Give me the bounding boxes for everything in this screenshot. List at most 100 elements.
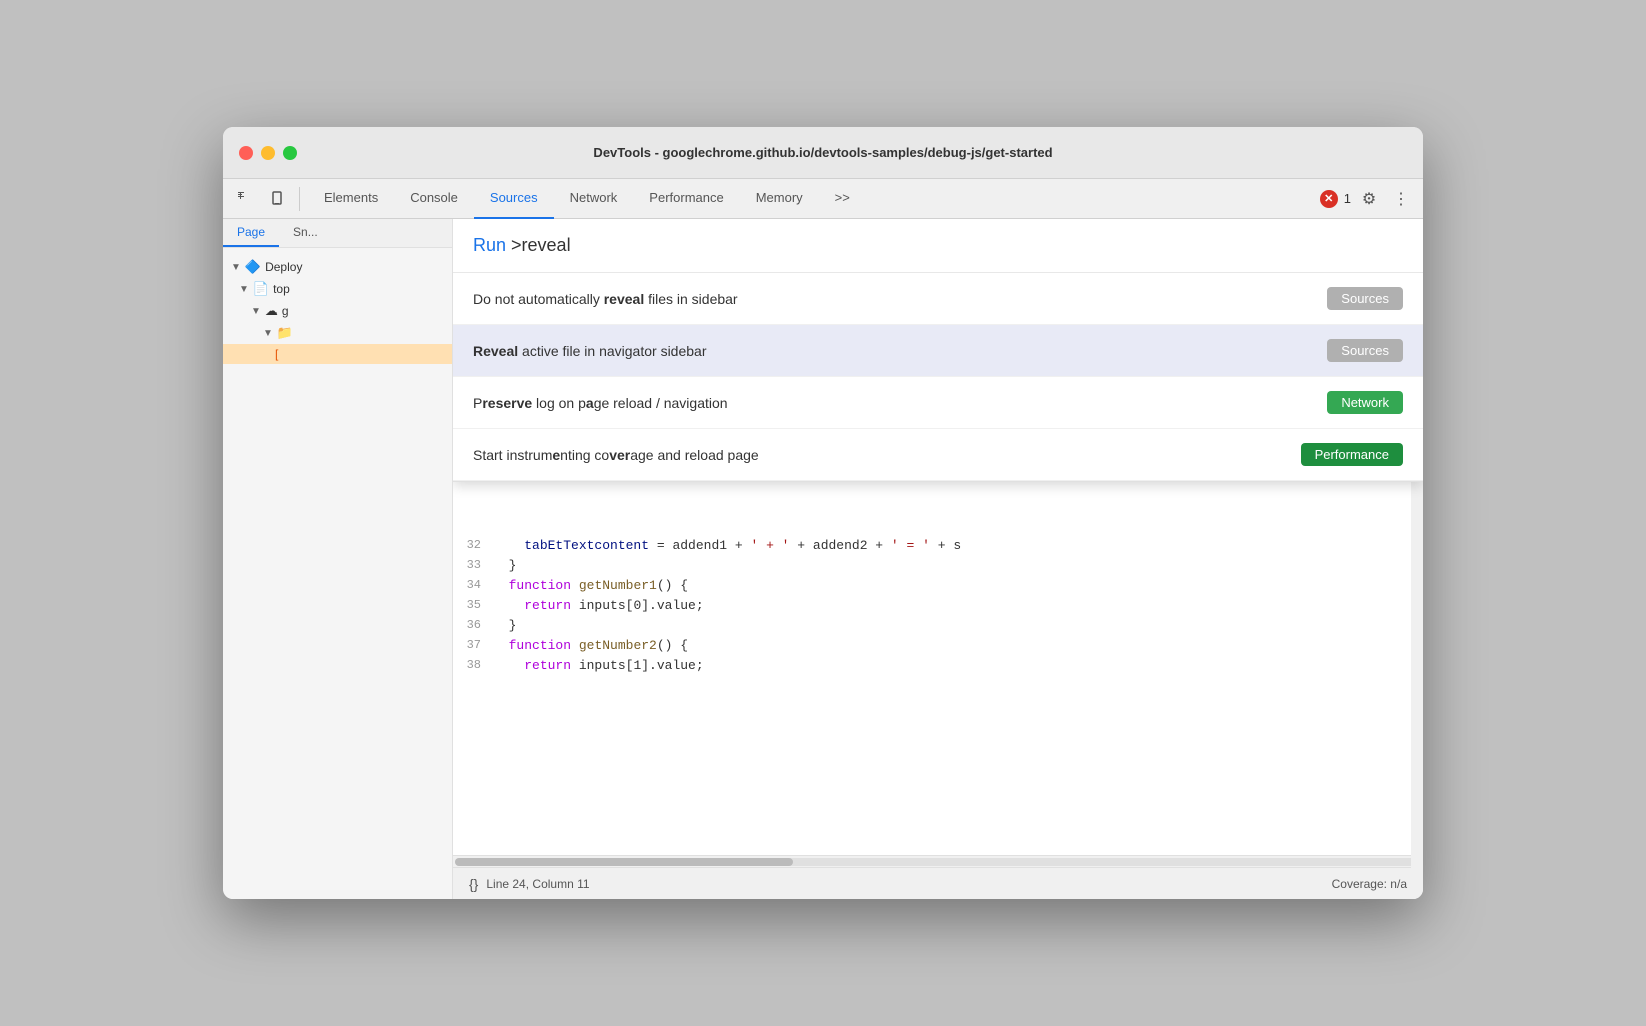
status-left: {} Line 24, Column 11 — [469, 876, 590, 892]
bracket-icon: [ — [275, 347, 278, 361]
window-controls — [239, 146, 297, 160]
tab-snippets[interactable]: Sn... — [279, 219, 332, 247]
line-number-33: 33 — [453, 558, 493, 572]
code-line-37: 37 function getNumber2() { — [453, 637, 1423, 657]
devtools-window: DevTools - googlechrome.github.io/devtoo… — [223, 127, 1423, 899]
toolbar-divider-1 — [299, 187, 300, 211]
result-4-match2: ver — [609, 447, 630, 463]
tree-arrow-subfolder: ▼ — [263, 328, 273, 339]
error-badge: ✕ — [1320, 190, 1338, 208]
line-content-34: function getNumber1() { — [493, 578, 1423, 593]
panel-tabs: Page Sn... — [223, 219, 452, 248]
command-palette: Run >reveal Do not automatically reveal … — [453, 219, 1423, 482]
subfolder-icon: 📁 — [277, 325, 293, 341]
tree-arrow-deploy: ▼ — [231, 262, 241, 273]
tab-elements[interactable]: Elements — [308, 179, 394, 219]
tree-item-deploy[interactable]: ▼ 🔷 Deploy — [223, 256, 452, 278]
code-line-35: 35 return inputs[0].value; — [453, 597, 1423, 617]
run-label: Run — [473, 235, 511, 255]
result-3-match: reserve — [482, 395, 532, 411]
code-line-34: 34 function getNumber1() { — [453, 577, 1423, 597]
result-1-match: reveal — [604, 291, 644, 307]
close-button[interactable] — [239, 146, 253, 160]
result-1-text: Do not automatically reveal files in sid… — [473, 291, 1327, 307]
horizontal-scrollbar[interactable] — [453, 855, 1423, 867]
tab-page[interactable]: Page — [223, 219, 279, 247]
line-number-38: 38 — [453, 658, 493, 672]
line-number-35: 35 — [453, 598, 493, 612]
line-number-37: 37 — [453, 638, 493, 652]
top-icon: 📄 — [253, 281, 269, 297]
code-editor[interactable]: 32 tabEtTextcontent = addend1 + ' + ' + … — [453, 529, 1423, 855]
line-content-38: return inputs[1].value; — [493, 658, 1423, 673]
code-line-33: 33 } — [453, 557, 1423, 577]
code-line-38: 38 return inputs[1].value; — [453, 657, 1423, 677]
top-label: top — [273, 282, 290, 296]
line-number-32: 32 — [453, 538, 493, 552]
file-tree: ▼ 🔷 Deploy ▼ 📄 top ▼ ☁ g ▼ 📁 — [223, 248, 452, 372]
pointer-tool-icon[interactable] — [231, 185, 259, 213]
settings-icon[interactable]: ⚙ — [1355, 185, 1383, 213]
tab-sources[interactable]: Sources — [474, 179, 554, 219]
main-content: Page Sn... ▼ 🔷 Deploy ▼ 📄 top ▼ ☁ g — [223, 219, 1423, 899]
g-icon: ☁ — [265, 303, 278, 319]
left-panel: Page Sn... ▼ 🔷 Deploy ▼ 📄 top ▼ ☁ g — [223, 219, 453, 899]
line-content-32: tabEtTextcontent = addend1 + ' + ' + add… — [493, 538, 1423, 553]
command-input-display[interactable]: Run >reveal — [473, 235, 1403, 256]
devtools-toolbar: Elements Console Sources Network Perform… — [223, 179, 1423, 219]
tree-arrow-g: ▼ — [251, 306, 261, 317]
tab-memory[interactable]: Memory — [740, 179, 819, 219]
window-title: DevTools - googlechrome.github.io/devtoo… — [593, 145, 1052, 160]
line-number-34: 34 — [453, 578, 493, 592]
tab-console[interactable]: Console — [394, 179, 474, 219]
deploy-label: Deploy — [265, 260, 302, 274]
code-line-32: 32 tabEtTextcontent = addend1 + ' + ' + … — [453, 537, 1423, 557]
line-number-36: 36 — [453, 618, 493, 632]
line-content-36: } — [493, 618, 1423, 633]
g-label: g — [282, 304, 289, 318]
command-palette-input-area: Run >reveal — [453, 219, 1423, 273]
maximize-button[interactable] — [283, 146, 297, 160]
result-4-badge[interactable]: Performance — [1301, 443, 1403, 466]
tab-performance[interactable]: Performance — [633, 179, 739, 219]
tab-bar: Elements Console Sources Network Perform… — [308, 179, 1316, 219]
error-count: 1 — [1344, 191, 1351, 206]
result-4-match1: e — [552, 447, 560, 463]
toolbar-right: ✕ 1 ⚙ ⋮ — [1320, 185, 1415, 213]
line-content-37: function getNumber2() { — [493, 638, 1423, 653]
tab-more[interactable]: >> — [819, 179, 866, 219]
tree-item-top[interactable]: ▼ 📄 top — [223, 278, 452, 300]
tree-item-g[interactable]: ▼ ☁ g — [223, 300, 452, 322]
coverage-status: Coverage: n/a — [1332, 877, 1407, 891]
result-3-text: Preserve log on page reload / navigation — [473, 395, 1327, 411]
scrollbar-thumb[interactable] — [455, 858, 793, 866]
command-result-reveal-active[interactable]: Reveal active file in navigator sidebar … — [453, 325, 1423, 377]
command-result-instrumenting[interactable]: Start instrumenting coverage and reload … — [453, 429, 1423, 481]
status-bar: {} Line 24, Column 11 Coverage: n/a — [453, 867, 1423, 899]
result-3-badge[interactable]: Network — [1327, 391, 1403, 414]
line-content-33: } — [493, 558, 1423, 573]
line-content-35: return inputs[0].value; — [493, 598, 1423, 613]
tab-network[interactable]: Network — [554, 179, 634, 219]
code-line-36: 36 } — [453, 617, 1423, 637]
titlebar: DevTools - googlechrome.github.io/devtoo… — [223, 127, 1423, 179]
deploy-icon: 🔷 — [245, 259, 261, 275]
result-1-badge[interactable]: Sources — [1327, 287, 1403, 310]
cursor-position: Line 24, Column 11 — [486, 877, 589, 891]
result-3-match2: a — [586, 395, 594, 411]
command-result-do-not-reveal[interactable]: Do not automatically reveal files in sid… — [453, 273, 1423, 325]
tree-arrow-top: ▼ — [239, 284, 249, 295]
result-2-text: Reveal active file in navigator sidebar — [473, 343, 1327, 359]
format-icon[interactable]: {} — [469, 876, 478, 892]
scrollbar-track — [455, 858, 1421, 866]
tree-item-selected[interactable]: [ — [223, 344, 452, 364]
result-2-match: Reveal — [473, 343, 518, 359]
command-result-preserve-log[interactable]: Preserve log on page reload / navigation… — [453, 377, 1423, 429]
result-4-text: Start instrumenting coverage and reload … — [473, 447, 1301, 463]
right-panel: Run >reveal Do not automatically reveal … — [453, 219, 1423, 899]
more-options-icon[interactable]: ⋮ — [1387, 185, 1415, 213]
result-2-badge[interactable]: Sources — [1327, 339, 1403, 362]
tree-item-subfolder[interactable]: ▼ 📁 — [223, 322, 452, 344]
device-toggle-icon[interactable] — [263, 185, 291, 213]
minimize-button[interactable] — [261, 146, 275, 160]
